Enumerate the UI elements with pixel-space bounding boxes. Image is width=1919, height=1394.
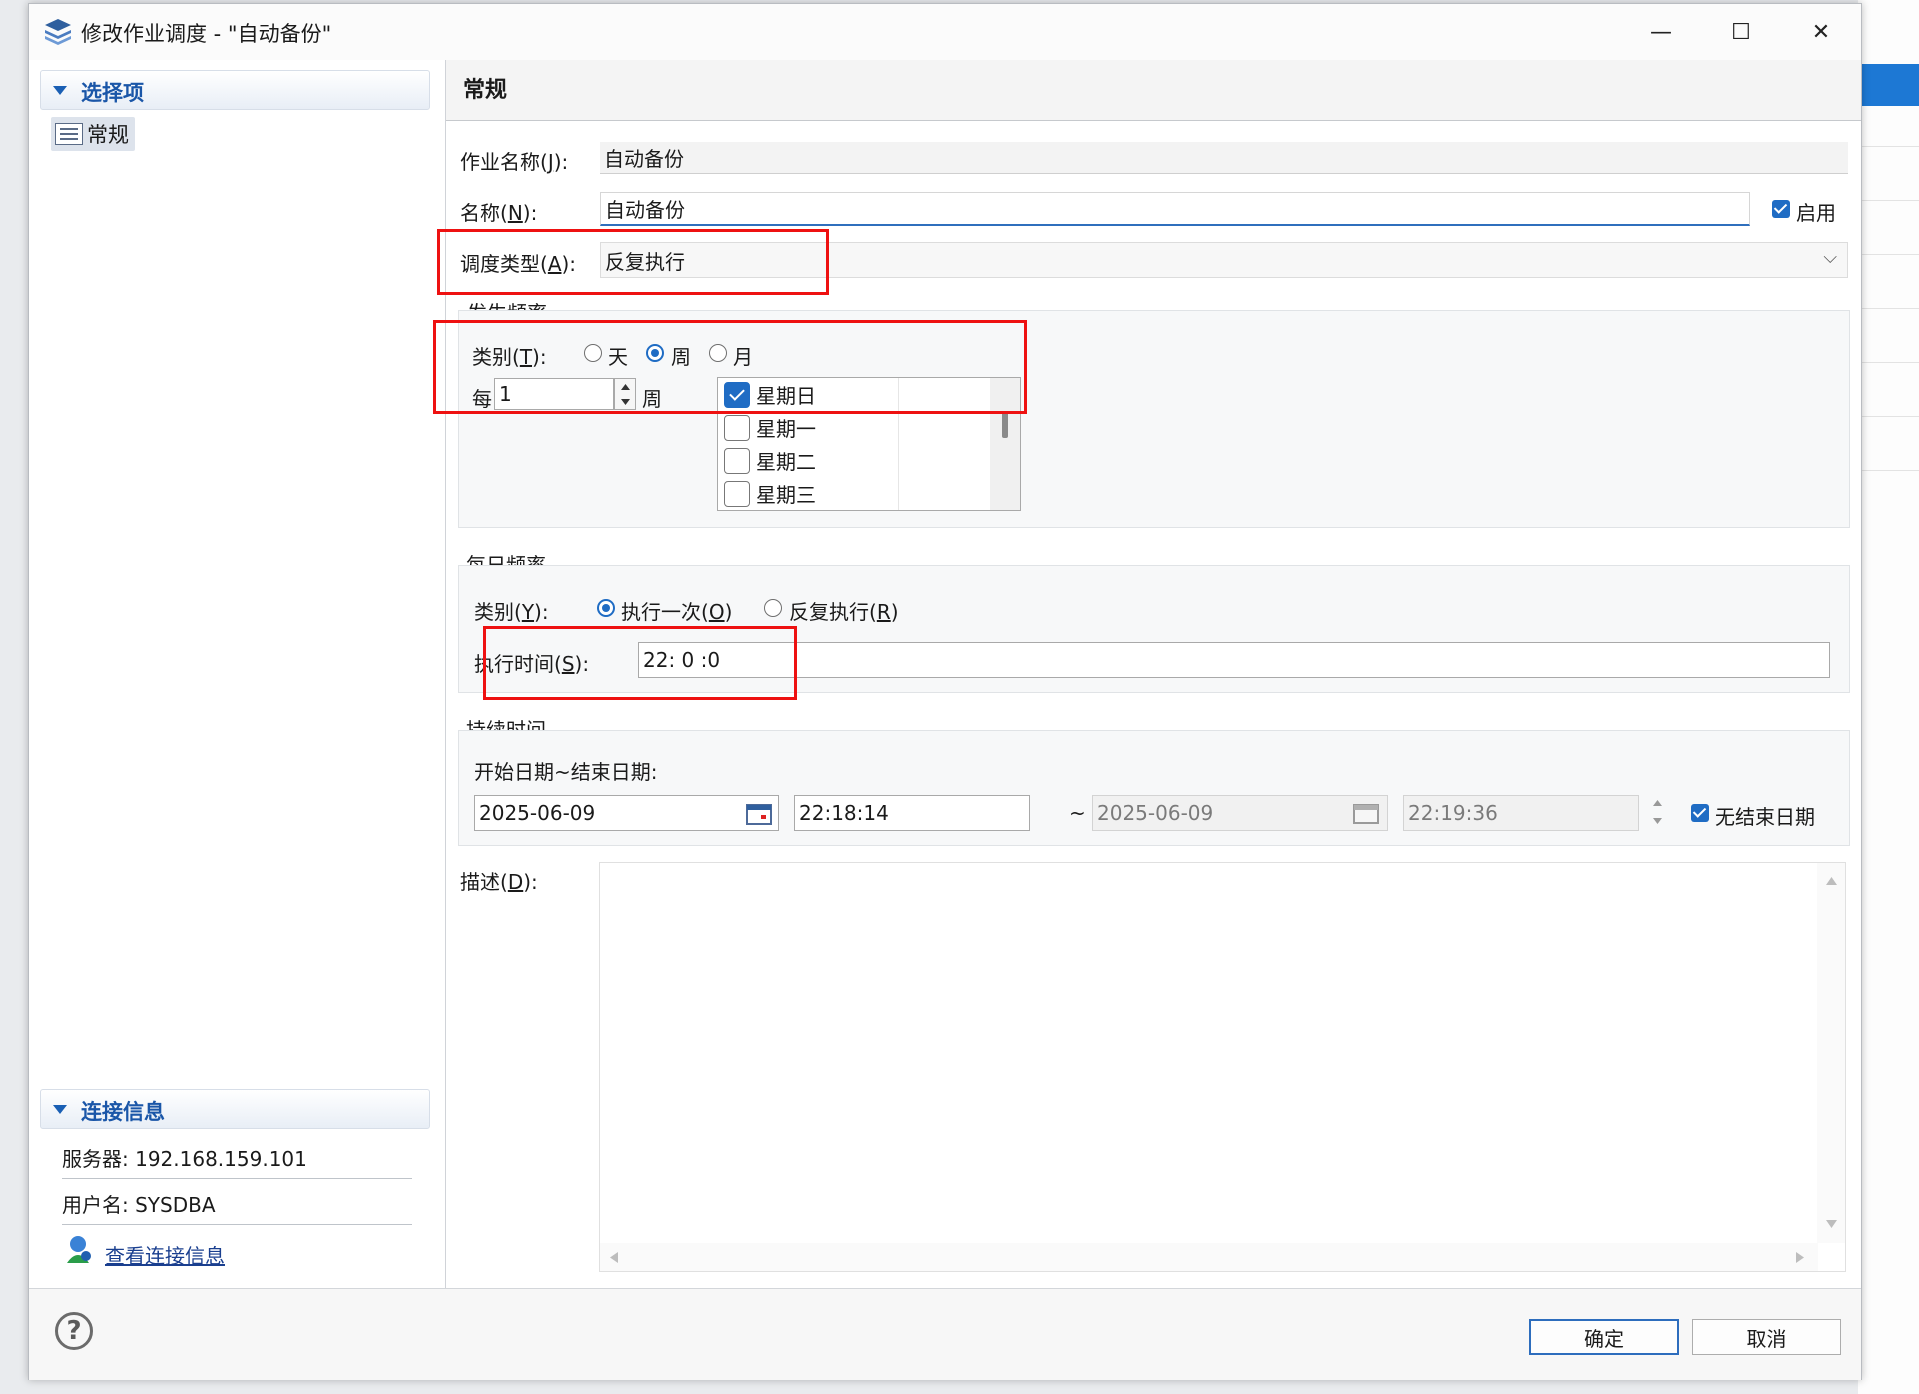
end-time-input: 22:19:36 [1403, 795, 1639, 831]
weekday-checkbox[interactable] [724, 447, 750, 474]
left-navigation-pane: 选择项 常规 连接信息 服务器: 192.168.159.101 用户名: SY… [29, 60, 446, 1288]
user-info: 用户名: SYSDBA [62, 1193, 216, 1217]
select-items-title: 选择项 [81, 81, 144, 105]
weekday-checkbox[interactable] [724, 414, 750, 441]
calendar-icon [1353, 804, 1379, 824]
exec-time-input[interactable]: 22: 0 :0 [638, 642, 1830, 678]
collapse-triangle-icon [53, 86, 67, 95]
divider [62, 1224, 412, 1225]
app-layers-icon [45, 19, 71, 45]
highlight-box-frequency [433, 320, 1027, 414]
repeat-execute-radio[interactable] [764, 599, 782, 617]
enabled-label: 启用 [1796, 201, 1836, 225]
end-date-value: 2025-06-09 [1097, 801, 1214, 825]
name-input[interactable]: 自动备份 [600, 192, 1750, 226]
no-end-date-label: 无结束日期 [1715, 805, 1815, 829]
stepper-up-icon [1653, 800, 1662, 806]
highlight-box-exec-time [483, 626, 797, 700]
stepper-down-icon [1653, 818, 1662, 824]
chevron-down-icon: ⌵ [1823, 247, 1837, 268]
maximize-button[interactable]: ☐ [1701, 4, 1781, 60]
weekday-label: 星期三 [756, 483, 816, 507]
weekday-label: 星期二 [756, 450, 816, 474]
weekday-checkbox[interactable] [724, 480, 750, 507]
select-items-section-header[interactable]: 选择项 [40, 70, 430, 110]
weekday-item-monday[interactable]: 星期一 [718, 411, 898, 444]
repeat-execute-label: 反复执行(R) [789, 600, 899, 624]
scroll-left-icon[interactable] [610, 1252, 618, 1263]
scroll-down-icon[interactable] [1826, 1220, 1837, 1228]
daily-category-label: 类别(Y): [474, 600, 549, 624]
minimize-button[interactable]: — [1621, 4, 1701, 60]
list-icon [55, 123, 83, 145]
enabled-checkbox[interactable] [1772, 200, 1790, 218]
weekday-item-tuesday[interactable]: 星期二 [718, 444, 898, 477]
name-label: 名称(N): [460, 201, 538, 225]
connection-info-title: 连接信息 [81, 1100, 165, 1124]
background-divider [1858, 200, 1919, 201]
collapse-triangle-icon [53, 1105, 67, 1114]
job-name-field: 自动备份 [600, 142, 1848, 174]
server-info: 服务器: 192.168.159.101 [62, 1147, 307, 1171]
connection-info-section-header[interactable]: 连接信息 [40, 1089, 430, 1129]
help-icon[interactable]: ? [55, 1312, 93, 1350]
ok-button[interactable]: 确定 [1529, 1319, 1679, 1355]
background-divider [1858, 362, 1919, 363]
end-date-input: 2025-06-09 [1092, 795, 1388, 831]
general-page-header: 常规 [446, 60, 1861, 121]
close-icon: ✕ [1811, 19, 1831, 45]
description-label: 描述(D): [460, 870, 538, 894]
nav-item-general[interactable]: 常规 [51, 117, 135, 151]
highlight-box-schedule-type [437, 229, 829, 295]
vertical-scrollbar[interactable] [1817, 863, 1845, 1243]
execute-once-radio[interactable] [597, 599, 615, 617]
no-end-date-checkbox[interactable] [1691, 804, 1709, 822]
description-textarea[interactable] [599, 862, 1846, 1272]
background-divider [1858, 146, 1919, 147]
range-tilde: ~ [1069, 801, 1086, 825]
nav-item-label: 常规 [87, 123, 129, 147]
scroll-right-icon[interactable] [1796, 1252, 1804, 1263]
connection-info-icon [67, 1236, 91, 1263]
start-date-value: 2025-06-09 [479, 801, 596, 825]
background-window [1858, 0, 1919, 1394]
start-date-input[interactable]: 2025-06-09 [474, 795, 779, 831]
page-title: 常规 [463, 78, 508, 103]
weekday-item-wednesday[interactable]: 星期三 [718, 477, 898, 510]
cancel-button[interactable]: 取消 [1692, 1319, 1841, 1355]
dialog-footer: ? 确定 取消 [29, 1288, 1861, 1380]
window-title: 修改作业调度 - "自动备份" [81, 22, 332, 46]
job-name-label: 作业名称(J): [460, 150, 569, 174]
background-divider [1858, 254, 1919, 255]
start-time-input[interactable]: 22:18:14 [794, 795, 1030, 831]
job-schedule-dialog: 修改作业调度 - "自动备份" — ☐ ✕ 选择项 常规 连接信息 服务器: 1… [28, 3, 1862, 1380]
horizontal-scrollbar[interactable] [600, 1243, 1818, 1271]
background-selection-band [1858, 64, 1919, 106]
background-divider [1858, 470, 1919, 471]
execute-once-label: 执行一次(O) [621, 600, 733, 624]
background-divider [1858, 308, 1919, 309]
scroll-up-icon[interactable] [1826, 877, 1837, 885]
maximize-icon: ☐ [1731, 19, 1751, 45]
end-time-stepper [1651, 798, 1665, 828]
title-bar: 修改作业调度 - "自动备份" — ☐ ✕ [29, 4, 1861, 60]
calendar-icon[interactable] [746, 803, 772, 825]
view-connection-info-link[interactable]: 查看连接信息 [105, 1240, 225, 1269]
background-divider [1858, 416, 1919, 417]
date-range-label: 开始日期~结束日期: [474, 760, 658, 784]
divider [62, 1178, 412, 1179]
scrollbar-thumb[interactable] [1002, 412, 1008, 438]
weekday-label: 星期一 [756, 417, 816, 441]
close-button[interactable]: ✕ [1781, 4, 1861, 60]
minimize-icon: — [1650, 19, 1672, 45]
